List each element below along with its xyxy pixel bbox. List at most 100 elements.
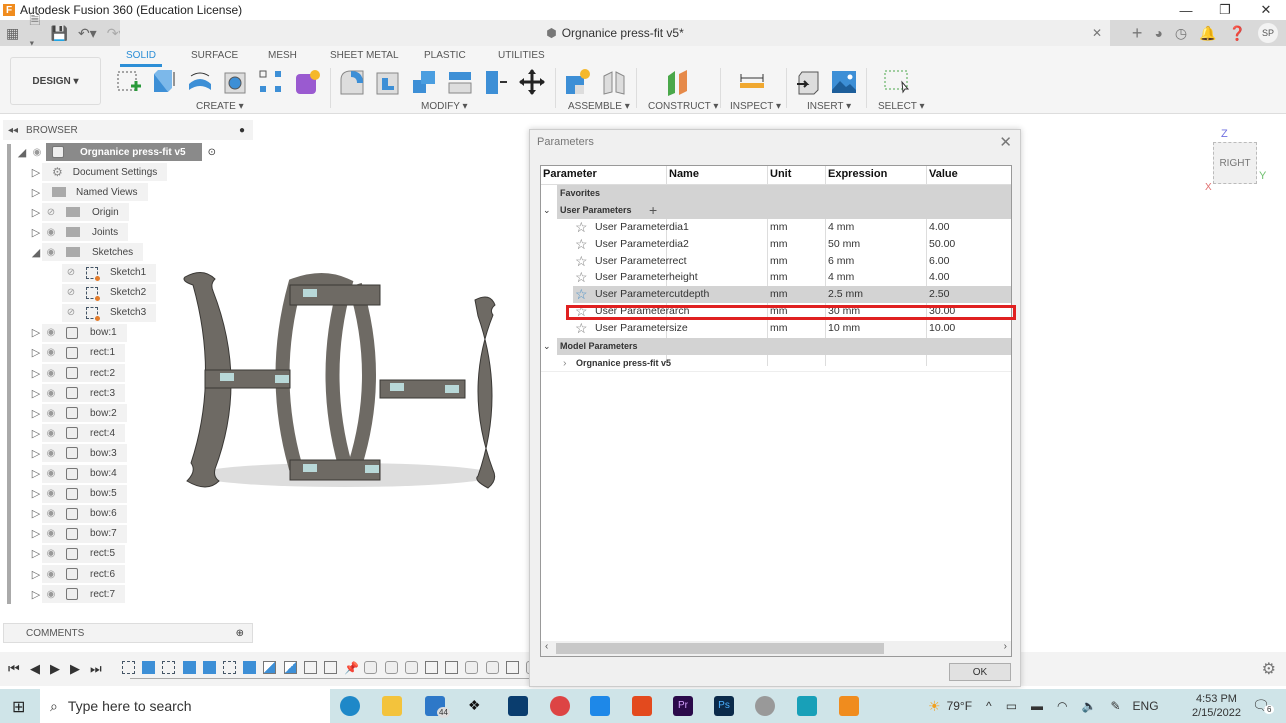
visibility-eye-icon[interactable]: ◉: [42, 388, 60, 399]
browser-pin-icon[interactable]: ●: [239, 125, 245, 136]
parameter-expression[interactable]: 4 mm: [828, 269, 854, 286]
browser-item[interactable]: ▷ ◉ rect:4: [30, 424, 126, 443]
expand-node-icon[interactable]: ▷: [30, 367, 42, 380]
joint-icon[interactable]: [600, 68, 628, 96]
expand-node-icon[interactable]: ▷: [30, 527, 42, 540]
premiere-icon[interactable]: Pr: [673, 696, 693, 716]
help-icon[interactable]: ❓: [1229, 25, 1246, 42]
notifications-bell-icon[interactable]: 🔔: [1199, 25, 1216, 42]
visibility-eye-icon[interactable]: ⊘: [62, 287, 80, 298]
browser-item[interactable]: ▷ ◉ Joints: [30, 223, 129, 242]
visibility-eye-icon[interactable]: ◉: [42, 488, 60, 499]
column-header-expression[interactable]: Expression: [828, 166, 887, 183]
tab-sheet-metal[interactable]: SHEET METAL: [330, 50, 399, 61]
measure-icon[interactable]: [738, 68, 766, 96]
select-window-icon[interactable]: [882, 68, 910, 96]
expand-node-icon[interactable]: ▷: [30, 346, 42, 359]
favorite-star-icon[interactable]: ☆: [575, 219, 588, 236]
browser-item[interactable]: ▷ ◉ rect:2: [30, 364, 126, 382]
visibility-eye-icon[interactable]: ◉: [42, 327, 60, 338]
go-to-end-icon[interactable]: ⏭: [90, 661, 102, 677]
insert-canvas-icon[interactable]: [830, 68, 858, 96]
expand-node-icon[interactable]: ▷: [30, 427, 42, 440]
horizontal-scrollbar[interactable]: ‹ ›: [541, 641, 1011, 656]
app-icon-blue[interactable]: [508, 696, 528, 716]
insert-menu[interactable]: INSERT ▾: [807, 101, 851, 112]
autodesk-icon[interactable]: [797, 696, 817, 716]
tab-plastic[interactable]: PLASTIC: [424, 50, 466, 61]
timeline-joint-icon[interactable]: [505, 661, 519, 674]
3d-model-viewport[interactable]: [175, 265, 505, 500]
construct-menu[interactable]: CONSTRUCT ▾: [648, 101, 718, 112]
expand-node-icon[interactable]: ▷: [30, 487, 42, 500]
tree-scrollbar[interactable]: [7, 144, 11, 604]
parameter-expression[interactable]: 50 mm: [828, 236, 860, 253]
battery-icon[interactable]: ▬: [1031, 699, 1043, 713]
tab-solid[interactable]: SOLID: [119, 50, 163, 67]
create-form-icon[interactable]: [293, 68, 321, 96]
view-cube[interactable]: Z RIGHT Y X: [1205, 128, 1266, 193]
parameter-name[interactable]: cutdepth: [669, 286, 709, 303]
expand-node-icon[interactable]: ▷: [30, 547, 42, 560]
column-header-value[interactable]: Value: [929, 166, 958, 183]
create-menu[interactable]: CREATE ▾: [196, 101, 244, 112]
browser-item[interactable]: ⊘ Sketch3: [50, 303, 157, 322]
tab-utilities[interactable]: UTILITIES: [498, 50, 545, 61]
visibility-eye-icon[interactable]: ◉: [42, 589, 60, 600]
tab-surface[interactable]: SURFACE: [191, 50, 238, 61]
column-header-parameter[interactable]: Parameter: [543, 166, 597, 183]
parameter-row[interactable]: ☆ User Parameter height mm 4 mm 4.00: [541, 269, 1011, 286]
visibility-eye-icon[interactable]: ◉: [42, 468, 60, 479]
expand-node-icon[interactable]: ▷: [30, 507, 42, 520]
parameter-expression[interactable]: 4 mm: [828, 219, 854, 236]
office-icon[interactable]: [632, 696, 652, 716]
visibility-eye-icon[interactable]: ◉: [42, 408, 60, 419]
visibility-eye-icon[interactable]: ◉: [42, 448, 60, 459]
timeline-extrude-icon[interactable]: [243, 661, 257, 674]
browser-item[interactable]: ▷ ⚙ Document Settings: [30, 163, 168, 181]
volume-icon[interactable]: 🔈: [1082, 699, 1097, 713]
fusion-taskbar-icon[interactable]: [839, 696, 859, 716]
timeline-joint-icon[interactable]: [263, 661, 277, 674]
browser-item[interactable]: ▷ ◉ bow:1: [30, 323, 127, 342]
expand-node-icon[interactable]: ▷: [30, 588, 42, 601]
create-sketch-icon[interactable]: [115, 68, 143, 96]
close-tab-icon[interactable]: ✕: [1092, 26, 1102, 40]
activate-radio-icon[interactable]: ⊙: [208, 147, 216, 158]
browser-item[interactable]: ▷ ◉ bow:6: [30, 504, 127, 523]
browser-item[interactable]: ⊘ Sketch1: [50, 263, 157, 282]
expand-node-icon[interactable]: ◢: [30, 246, 42, 259]
expand-model-params-icon[interactable]: ⌄: [543, 338, 551, 355]
language-indicator[interactable]: ENG: [1133, 699, 1159, 713]
timeline-joint-icon[interactable]: [445, 661, 459, 674]
browser-item[interactable]: ▷ ◉ bow:3: [30, 444, 127, 463]
maximize-button[interactable]: ❐: [1205, 0, 1245, 20]
document-tab[interactable]: ⬢ Orgnanice press-fit v5* ✕: [120, 20, 1110, 46]
parameter-row[interactable]: ☆ User Parameter cutdepth mm 2.5 mm 2.50: [541, 286, 1011, 304]
visibility-eye-icon[interactable]: ◉: [42, 508, 60, 519]
visibility-eye-icon[interactable]: ◉: [42, 247, 60, 258]
collapse-browser-icon[interactable]: ◂◂: [8, 125, 18, 136]
hole-icon[interactable]: [222, 68, 250, 96]
undo-icon[interactable]: ↶▾: [78, 25, 97, 42]
ok-button[interactable]: OK: [949, 663, 1011, 681]
timeline-rigid-joint-icon[interactable]: [404, 661, 418, 674]
parameter-expression[interactable]: 2.5 mm: [828, 286, 863, 303]
timeline-rigid-joint-icon[interactable]: [364, 661, 378, 674]
step-forward-icon[interactable]: ▶: [70, 661, 80, 677]
browser-item[interactable]: ⊘ Sketch2: [50, 283, 157, 302]
visibility-eye-icon[interactable]: ◉: [42, 569, 60, 580]
dialog-close-icon[interactable]: ✕: [999, 133, 1012, 151]
model-parameters-group-row[interactable]: ⌄ Model Parameters: [541, 338, 1011, 355]
browser-item[interactable]: ▷ ◉ bow:5: [30, 484, 127, 503]
visibility-eye-icon[interactable]: ◉: [42, 428, 60, 439]
expand-node-icon[interactable]: ▷: [30, 186, 42, 199]
visibility-eye-icon[interactable]: ⊘: [62, 267, 80, 278]
wifi-icon[interactable]: ◠: [1057, 699, 1067, 713]
photoshop-icon[interactable]: Ps: [714, 696, 734, 716]
timeline-joint-icon[interactable]: [283, 661, 297, 674]
edge-icon[interactable]: [340, 696, 360, 716]
new-component-icon[interactable]: [563, 68, 591, 96]
windows-start-icon[interactable]: ⊞: [12, 697, 25, 717]
parameter-name[interactable]: size: [669, 320, 688, 337]
